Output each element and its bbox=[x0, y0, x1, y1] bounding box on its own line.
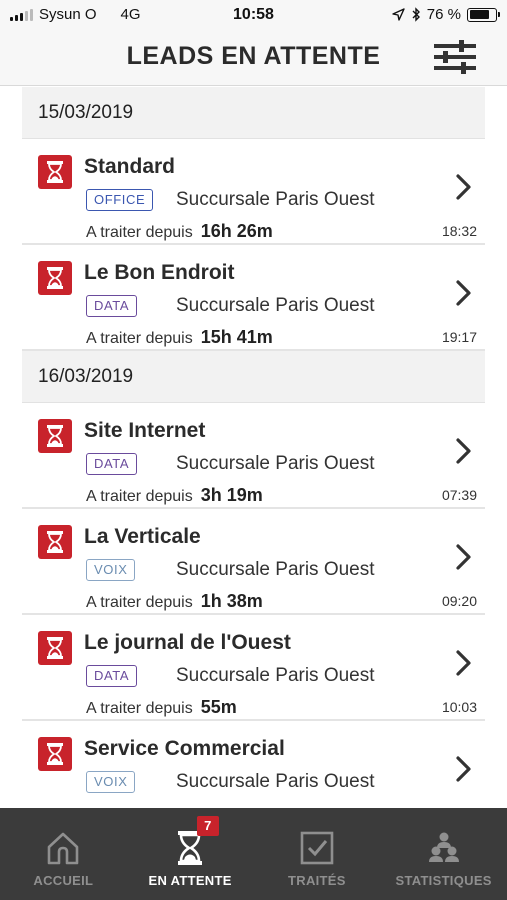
channel-tag: OFFICE bbox=[86, 189, 154, 211]
hourglass-icon bbox=[47, 637, 63, 659]
branch-name: Succursale Paris Ouest bbox=[176, 453, 375, 474]
home-icon bbox=[48, 832, 79, 865]
lead-name: Service Commercial bbox=[84, 737, 285, 760]
lead-time: 19:17 bbox=[441, 329, 477, 345]
waiting-info: A traiter depuis 3h 19m bbox=[86, 485, 263, 506]
battery-fill bbox=[469, 10, 489, 19]
lead-name: La Verticale bbox=[84, 525, 201, 548]
chevron-right-icon bbox=[456, 544, 471, 570]
lead-time: 09:20 bbox=[441, 593, 477, 609]
battery-icon bbox=[467, 7, 500, 22]
lead-time: 07:39 bbox=[441, 487, 477, 503]
pending-status-icon bbox=[38, 525, 72, 559]
chevron-right-icon bbox=[456, 280, 471, 306]
lead-row[interactable]: Service Commercial VOIX Succursale Paris O… bbox=[22, 721, 485, 808]
tab-label: STATISTIQUES bbox=[395, 873, 492, 888]
pending-status-icon bbox=[38, 419, 72, 453]
lead-name: Le Bon Endroit bbox=[84, 261, 235, 284]
chevron-right-icon bbox=[456, 756, 471, 782]
lead-name: Le journal de l'Ouest bbox=[84, 631, 291, 654]
channel-tag: DATA bbox=[86, 665, 138, 687]
hourglass-icon bbox=[47, 161, 63, 183]
pending-count-badge: 7 bbox=[196, 816, 219, 836]
tab-en-attente[interactable]: 7 EN ATTENTE bbox=[127, 808, 254, 900]
date-header: 16/03/2019 bbox=[22, 351, 485, 403]
pending-status-icon bbox=[38, 261, 72, 295]
hourglass-icon bbox=[47, 267, 63, 289]
sliders-icon bbox=[434, 40, 476, 74]
hourglass-icon bbox=[47, 531, 63, 553]
lead-row[interactable]: Standard OFFICE Succursale Paris Ouest A tr… bbox=[22, 139, 485, 245]
lead-name: Site Internet bbox=[84, 419, 206, 442]
people-stats-icon bbox=[428, 832, 459, 862]
page-title: LEADS EN ATTENTE bbox=[126, 42, 381, 70]
lead-row[interactable]: Site Internet DATA Succursale Paris Ouest A… bbox=[22, 403, 485, 509]
bluetooth-icon bbox=[412, 7, 420, 22]
chevron-right-icon bbox=[456, 174, 471, 200]
waiting-info: A traiter depuis 55m bbox=[86, 697, 237, 718]
tab-statistiques[interactable]: STATISTIQUES bbox=[380, 808, 507, 900]
chevron-right-icon bbox=[456, 438, 471, 464]
filter-button[interactable] bbox=[433, 39, 477, 75]
waiting-info: A traiter depuis 15h 41m bbox=[86, 327, 273, 348]
waiting-label: A traiter depuis bbox=[86, 488, 193, 505]
waiting-duration: 15h 41m bbox=[200, 327, 273, 347]
pending-status-icon bbox=[38, 155, 72, 189]
waiting-label: A traiter depuis bbox=[86, 700, 193, 717]
chevron-right-icon bbox=[456, 650, 471, 676]
status-bar: Sysun O 4G 10:58 76 % bbox=[0, 0, 507, 30]
tab-accueil[interactable]: ACCUEIL bbox=[0, 808, 127, 900]
lead-row[interactable]: Le journal de l'Ouest DATA Succursale Pari… bbox=[22, 615, 485, 721]
channel-tag: DATA bbox=[86, 295, 138, 317]
location-icon bbox=[392, 8, 405, 21]
lead-name: Standard bbox=[84, 155, 176, 178]
lead-time: 18:32 bbox=[441, 223, 477, 239]
tab-traites[interactable]: TRAITÉS bbox=[254, 808, 381, 900]
waiting-duration: 3h 19m bbox=[200, 485, 263, 505]
pending-status-icon bbox=[38, 631, 72, 665]
status-right: 76 % bbox=[392, 6, 500, 23]
tab-bar: ACCUEIL 7 EN ATTENTE TRAITÉS STATISTIQUE… bbox=[0, 808, 507, 900]
tab-label: TRAITÉS bbox=[288, 873, 346, 888]
tab-label: ACCUEIL bbox=[33, 873, 94, 888]
lead-list[interactable]: 15/03/2019 Standard OFFICE Succursale Paris… bbox=[0, 87, 507, 808]
waiting-label: A traiter depuis bbox=[86, 594, 193, 611]
waiting-info: A traiter depuis 16h 26m bbox=[86, 221, 273, 242]
waiting-label: A traiter depuis bbox=[86, 224, 193, 241]
date-header: 15/03/2019 bbox=[22, 87, 485, 139]
hourglass-icon bbox=[47, 425, 63, 447]
waiting-info: A traiter depuis 1h 38m bbox=[86, 591, 263, 612]
lead-row[interactable]: La Verticale VOIX Succursale Paris Ouest A … bbox=[22, 509, 485, 615]
lead-row[interactable]: Le Bon Endroit DATA Succursale Paris Ouest… bbox=[22, 245, 485, 351]
waiting-label: A traiter depuis bbox=[86, 330, 193, 347]
checkbox-icon bbox=[300, 831, 334, 865]
tab-label: EN ATTENTE bbox=[148, 873, 232, 888]
channel-tag: DATA bbox=[86, 453, 138, 475]
branch-name: Succursale Paris Ouest bbox=[176, 559, 375, 580]
battery-percent: 76 % bbox=[426, 6, 461, 23]
branch-name: Succursale Paris Ouest bbox=[176, 771, 375, 792]
waiting-duration: 1h 38m bbox=[200, 591, 263, 611]
app-header: LEADS EN ATTENTE bbox=[0, 30, 507, 86]
lead-time: 10:03 bbox=[441, 699, 477, 715]
hourglass-icon bbox=[47, 743, 63, 765]
pending-status-icon bbox=[38, 737, 72, 771]
waiting-duration: 55m bbox=[200, 697, 237, 717]
waiting-duration: 16h 26m bbox=[200, 221, 273, 241]
branch-name: Succursale Paris Ouest bbox=[176, 189, 375, 210]
channel-tag: VOIX bbox=[86, 559, 136, 581]
channel-tag: VOIX bbox=[86, 771, 136, 793]
branch-name: Succursale Paris Ouest bbox=[176, 665, 375, 686]
branch-name: Succursale Paris Ouest bbox=[176, 295, 375, 316]
